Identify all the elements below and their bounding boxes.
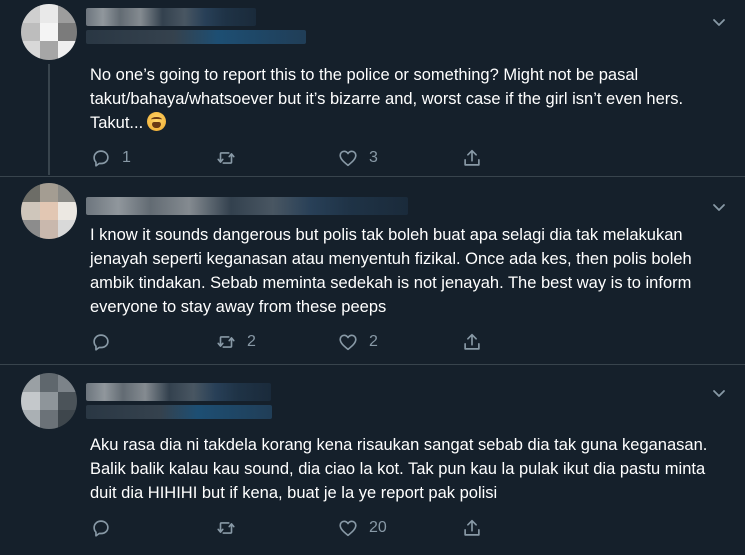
like-button[interactable]: 3 xyxy=(337,147,378,169)
avatar-pixel xyxy=(58,220,77,239)
reply-icon xyxy=(93,520,109,537)
avatar-pixel xyxy=(21,410,40,429)
avatar[interactable] xyxy=(21,373,77,429)
avatar-pixel xyxy=(58,41,77,60)
display-name-blurred[interactable] xyxy=(86,8,256,26)
avatar-pixel xyxy=(39,183,59,202)
tweet-text: No one’s going to report this to the pol… xyxy=(90,66,684,132)
like-button[interactable]: 2 xyxy=(337,331,378,353)
handle-blurred[interactable] xyxy=(86,30,306,44)
reply-icon xyxy=(93,334,109,351)
reply-icon xyxy=(93,150,109,167)
weary-face-emoji xyxy=(147,112,167,131)
avatar-pixel xyxy=(39,201,59,221)
thread-line xyxy=(48,64,50,175)
retweet-count: 2 xyxy=(247,333,256,350)
tweet-2[interactable]: I know it sounds dangerous but polis tak… xyxy=(0,177,745,363)
retweet-button[interactable] xyxy=(215,147,247,169)
avatar-pixel xyxy=(58,4,77,23)
avatar-pixel xyxy=(39,410,59,429)
avatar-pixel xyxy=(58,183,77,202)
tweet-text: I know it sounds dangerous but polis tak… xyxy=(90,226,692,316)
avatar[interactable] xyxy=(21,183,77,239)
retweet-icon xyxy=(217,336,235,348)
reply-button[interactable] xyxy=(90,331,122,353)
share-icon xyxy=(464,333,480,350)
handle-blurred[interactable] xyxy=(86,405,272,419)
retweet-icon xyxy=(217,152,235,164)
avatar-pixel xyxy=(58,410,77,429)
avatar-pixel xyxy=(58,201,77,221)
reply-button[interactable] xyxy=(90,517,122,539)
avatar-pixel xyxy=(39,391,59,411)
avatar-pixel xyxy=(21,373,40,392)
retweet-button[interactable] xyxy=(215,517,247,539)
avatar-pixel xyxy=(58,373,77,392)
avatar-pixel xyxy=(21,4,40,23)
share-button[interactable] xyxy=(461,517,483,539)
avatar-pixel xyxy=(21,391,40,411)
avatar-pixel xyxy=(21,201,40,221)
chevron-down-icon[interactable] xyxy=(711,199,727,215)
avatar-pixel xyxy=(58,22,77,42)
share-button[interactable] xyxy=(461,331,483,353)
retweet-button[interactable]: 2 xyxy=(215,331,256,353)
avatar-pixel xyxy=(39,41,59,60)
like-count: 20 xyxy=(369,519,387,536)
display-name-blurred[interactable] xyxy=(86,383,271,401)
chevron-down-icon[interactable] xyxy=(711,14,727,30)
reply-count: 1 xyxy=(122,149,131,166)
reply-button[interactable]: 1 xyxy=(90,147,131,169)
tweet-text: Aku rasa dia ni takdela korang kena risa… xyxy=(90,436,708,502)
avatar-pixel xyxy=(21,22,40,42)
heart-icon xyxy=(339,520,357,537)
display-name-blurred[interactable] xyxy=(86,197,408,215)
heart-icon xyxy=(339,150,357,167)
retweet-icon xyxy=(217,522,235,534)
like-count: 2 xyxy=(369,333,378,350)
like-button[interactable]: 20 xyxy=(337,517,387,539)
share-icon xyxy=(464,519,480,536)
tweet-1[interactable]: No one’s going to report this to the pol… xyxy=(0,0,745,175)
avatar-pixel xyxy=(21,183,40,202)
avatar-pixel xyxy=(21,220,40,239)
chevron-down-icon[interactable] xyxy=(711,385,727,401)
avatar[interactable] xyxy=(21,4,77,60)
share-icon xyxy=(464,149,480,166)
avatar-pixel xyxy=(39,4,59,23)
share-button[interactable] xyxy=(461,147,483,169)
avatar-pixel xyxy=(39,22,59,42)
avatar-pixel xyxy=(39,373,59,392)
tweet-3[interactable]: Aku rasa dia ni takdela korang kena risa… xyxy=(0,365,745,555)
avatar-pixel xyxy=(39,220,59,239)
avatar-pixel xyxy=(21,41,40,60)
avatar-pixel xyxy=(58,391,77,411)
heart-icon xyxy=(339,334,357,351)
like-count: 3 xyxy=(369,149,378,166)
